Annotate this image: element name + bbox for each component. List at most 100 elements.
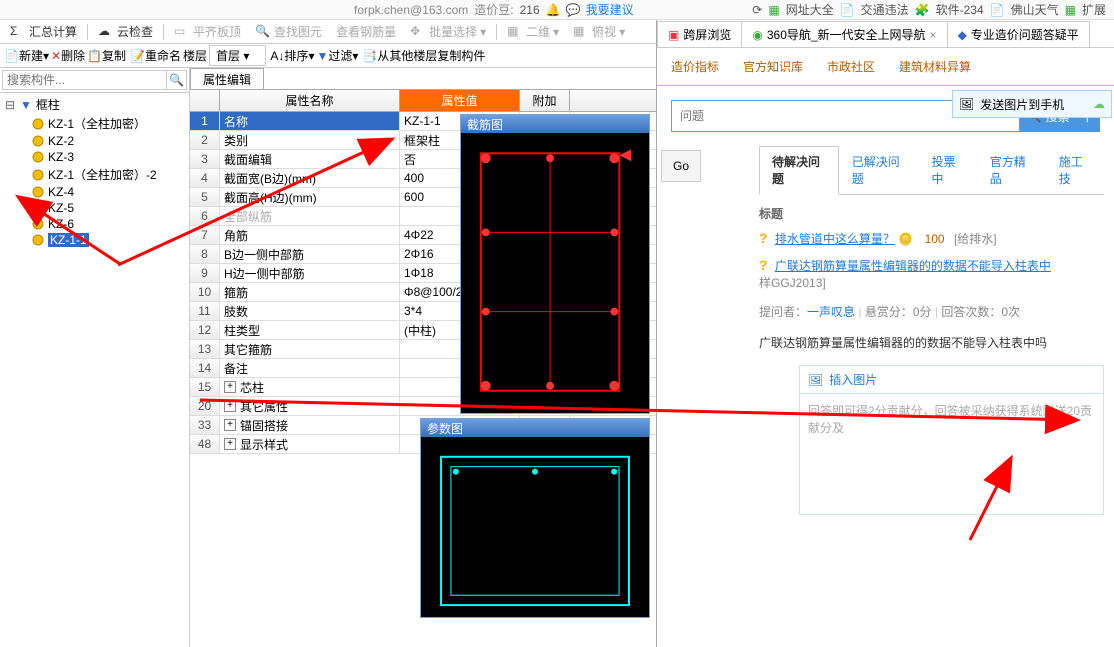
- nav-link-3[interactable]: 软件-234: [936, 1, 984, 18]
- tree-item[interactable]: KZ-2: [30, 133, 187, 149]
- gear-icon: [32, 169, 44, 181]
- gear-icon: [32, 135, 44, 147]
- gear-icon: [32, 151, 44, 163]
- browser-tabs: ▣跨屏浏览 ◉360导航_新一代安全上网导航× ◆专业造价问题答疑平: [657, 20, 1114, 48]
- new-button[interactable]: 📄新建▾: [4, 47, 49, 64]
- sum-button[interactable]: Σ汇总计算: [4, 21, 83, 42]
- go-button[interactable]: Go: [661, 150, 701, 182]
- send-to-phone-popup[interactable]: 🖼 发送图片到手机 ☁: [952, 90, 1112, 118]
- tab-360[interactable]: ◉360导航_新一代安全上网导航×: [741, 21, 947, 47]
- user-email: forpk.chen@163.com: [354, 3, 468, 17]
- expand-icon[interactable]: +: [224, 400, 236, 412]
- subtab-solved[interactable]: 已解决问题: [839, 146, 919, 194]
- copy-button[interactable]: 📋复制: [87, 47, 126, 64]
- ext-label[interactable]: 扩展: [1082, 1, 1106, 18]
- col-num: [190, 90, 220, 111]
- status-bar: forpk.chen@163.com 造价豆: 216 🔔 💬 我要建议 ⟳ ▦…: [0, 0, 1114, 20]
- gear-icon: [32, 202, 44, 214]
- search-button[interactable]: 🔍: [167, 70, 187, 90]
- expand-icon[interactable]: +: [224, 381, 236, 393]
- tree-item[interactable]: KZ-6: [30, 216, 187, 232]
- property-panel: 属性编辑 属性名称 属性值 附加 1名称KZ-1-12类别框架柱3截面编辑否4截…: [190, 68, 656, 647]
- nav-link-4[interactable]: 佛山天气: [1011, 1, 1059, 18]
- sort-button[interactable]: A↓排序▾: [270, 47, 314, 64]
- chat-icon[interactable]: 💬: [566, 3, 580, 17]
- tree-item[interactable]: KZ-1（全柱加密）: [30, 114, 187, 133]
- nav-link-2[interactable]: 交通违法: [861, 1, 909, 18]
- filter-icon: ▼: [20, 98, 32, 112]
- tab-cross[interactable]: ▣跨屏浏览: [657, 21, 742, 47]
- tab-qa[interactable]: ◆专业造价问题答疑平: [947, 21, 1090, 47]
- nav-item[interactable]: 建筑材料异算: [899, 58, 971, 75]
- tree-item[interactable]: KZ-5: [30, 200, 187, 216]
- suggest-link[interactable]: 我要建议: [586, 1, 634, 18]
- tree-item[interactable]: KZ-1-1: [30, 232, 187, 248]
- floor-label: 楼层: [183, 47, 207, 64]
- collapse-icon[interactable]: ⊟: [4, 98, 16, 112]
- doc-icon: 📄: [840, 3, 855, 17]
- nav-item[interactable]: 造价指标: [671, 58, 719, 75]
- close-icon[interactable]: ×: [930, 28, 937, 42]
- param-diagram[interactable]: 参数图: [420, 418, 650, 618]
- rebar-svg: [461, 133, 649, 413]
- question-subtabs: 待解决问题 已解决问题 投票中 官方精品 施工技: [759, 146, 1104, 195]
- cloud-check-button[interactable]: ☁云检查: [92, 21, 159, 42]
- nav-item[interactable]: 市政社区: [827, 58, 875, 75]
- nav-url-icon[interactable]: ▦: [768, 3, 779, 17]
- question-item[interactable]: ? 排水管道中这么算量？ 🪙 100 [给排水]: [759, 230, 1104, 247]
- filter-button[interactable]: ▼过滤▾: [316, 47, 358, 64]
- question-icon: ?: [759, 230, 768, 246]
- find-elem-button[interactable]: 🔍查找图元: [249, 21, 328, 42]
- toolbar-secondary: 📄新建▾ ✕删除 📋复制 📝重命名 楼层 首层 ▾ A↓排序▾ ▼过滤▾ 📑从其…: [0, 44, 656, 68]
- list-header: 标题: [759, 205, 1104, 222]
- browser-pane: ▣跨屏浏览 ◉360导航_新一代安全上网导航× ◆专业造价问题答疑平 造价指标 …: [657, 20, 1114, 647]
- copy-from-floor-button[interactable]: 📑从其他楼层复制构件: [362, 47, 485, 64]
- gear-icon: [32, 118, 44, 130]
- mode-select[interactable]: ▦二维▾: [501, 21, 565, 42]
- insert-image-icon[interactable]: 🖼: [808, 373, 823, 387]
- expand-icon[interactable]: +: [224, 438, 236, 450]
- beans-label: 造价豆:: [474, 1, 513, 18]
- flatten-button[interactable]: ▭平齐板顶: [168, 21, 247, 42]
- col-name: 属性名称: [220, 90, 400, 111]
- expand-icon[interactable]: +: [224, 419, 236, 431]
- question-icon: ?: [759, 257, 768, 273]
- gear-icon: [32, 218, 44, 230]
- rebar-diagram[interactable]: 截筋图: [460, 114, 650, 414]
- site-nav: 造价指标 官方知识库 市政社区 建筑材料异算: [657, 48, 1114, 86]
- nav-home-icon[interactable]: ⟳: [752, 3, 762, 17]
- subtab-const[interactable]: 施工技: [1046, 146, 1104, 194]
- cloud-icon[interactable]: ☁: [1093, 97, 1105, 111]
- tree-root[interactable]: ⊟ ▼ 框柱: [2, 95, 187, 114]
- tree-item[interactable]: KZ-3: [30, 149, 187, 165]
- batch-select-button[interactable]: ✥批量选择▾: [404, 21, 492, 42]
- component-tree[interactable]: ⊟ ▼ 框柱 KZ-1（全柱加密）KZ-2KZ-3KZ-1（全柱加密）-2KZ-…: [0, 93, 189, 647]
- answer-textarea[interactable]: 回答即可得2分贡献分，回答被采纳获得系统赠送20贡献分及: [800, 394, 1103, 514]
- tree-item[interactable]: KZ-1（全柱加密）-2: [30, 165, 187, 184]
- question-item[interactable]: ? 广联达钢筋算量属性编辑器的的数据不能导入柱表中 样GGJ2013] 提问者：…: [759, 257, 1104, 515]
- tree-item[interactable]: KZ-4: [30, 184, 187, 200]
- subtab-vote[interactable]: 投票中: [919, 146, 977, 194]
- toolbar-main: Σ汇总计算 ☁云检查 ▭平齐板顶 🔍查找图元 查看钢筋量 ✥批量选择▾ ▦二维▾…: [0, 20, 656, 44]
- ext-icon[interactable]: ▦: [1065, 3, 1076, 17]
- first-floor-select[interactable]: 首层 ▾: [209, 45, 266, 66]
- search-input[interactable]: [2, 70, 167, 90]
- rename-button[interactable]: 📝重命名: [130, 47, 181, 64]
- image-icon: 🖼: [959, 97, 974, 111]
- gear-icon: [32, 186, 44, 198]
- question-list: 标题 ? 排水管道中这么算量？ 🪙 100 [给排水] ? 广联达钢筋算量属性编…: [709, 195, 1114, 535]
- bell-icon[interactable]: 🔔: [546, 3, 560, 17]
- delete-button[interactable]: ✕删除: [51, 47, 85, 64]
- gear-icon: [32, 234, 44, 246]
- overview-button[interactable]: ▦俯视▾: [567, 21, 631, 42]
- doc-icon: 📄: [990, 3, 1005, 17]
- tree-panel: 🔍 ⊟ ▼ 框柱 KZ-1（全柱加密）KZ-2KZ-3KZ-1（全柱加密）-2K…: [0, 68, 190, 647]
- nav-item[interactable]: 官方知识库: [743, 58, 803, 75]
- col-value: 属性值: [400, 90, 520, 111]
- param-svg: [421, 437, 649, 617]
- subtab-official[interactable]: 官方精品: [977, 146, 1046, 194]
- nav-link-1[interactable]: 网址大全: [786, 1, 834, 18]
- prop-tab[interactable]: 属性编辑: [190, 68, 264, 89]
- view-bar-button[interactable]: 查看钢筋量: [330, 21, 402, 42]
- subtab-pending[interactable]: 待解决问题: [759, 146, 839, 195]
